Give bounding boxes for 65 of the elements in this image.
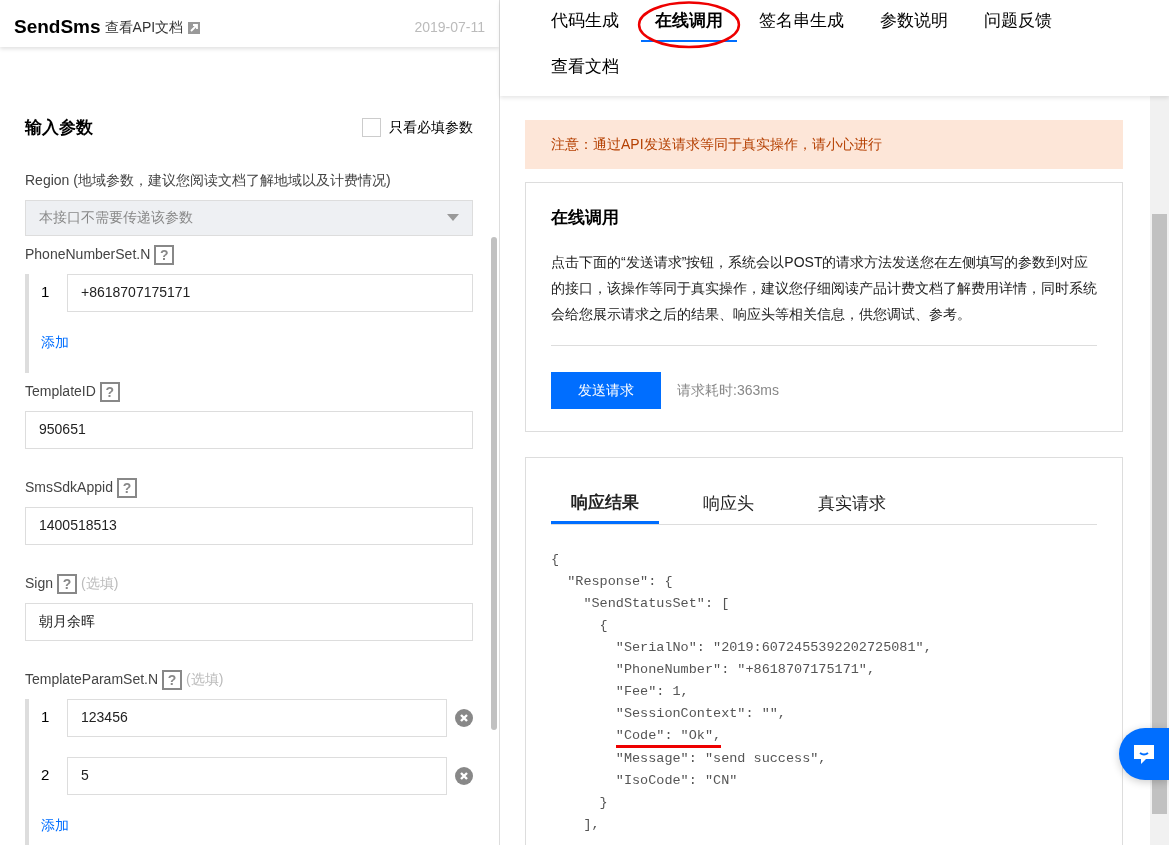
input-field[interactable]: 950651 (25, 410, 473, 449)
code-line: ″IsoCode″: ″CN″ (615, 773, 738, 788)
notice-banner: 注意：通过API发送请求等同于真实操作，请小心进行 (525, 120, 1123, 169)
code-line: { (551, 552, 560, 567)
code-line: ″Code″: ″Ok″, (615, 726, 722, 748)
tab[interactable]: 签名串生成 (745, 6, 858, 40)
tab[interactable]: 响应头 (683, 489, 774, 524)
input-field[interactable]: +8618707175171 (67, 273, 473, 312)
code-line: ″SendStatusSet″: [ (583, 596, 730, 611)
code-line: ″SerialNo″: ″2019:6072455392202725081″, (615, 640, 932, 655)
checkbox-label: 只看必填参数 (389, 118, 473, 138)
api-title: SendSms (14, 15, 101, 40)
tab[interactable]: 问题反馈 (970, 6, 1066, 40)
help-icon[interactable]: ? (99, 381, 120, 402)
field-label: TemplateParamSet.N (25, 670, 159, 689)
add-link[interactable]: 添加 (41, 331, 69, 353)
timing-text: 请求耗时:363ms (677, 380, 779, 400)
tab[interactable]: 响应结果 (551, 489, 659, 524)
tab[interactable]: 真实请求 (798, 489, 906, 524)
remove-icon[interactable] (455, 708, 473, 727)
field-label: TemplateID (25, 382, 96, 401)
help-icon[interactable]: ? (57, 573, 78, 594)
code-line: ″SessionContext″: ″″, (615, 706, 786, 721)
checkbox[interactable] (362, 118, 381, 138)
input-field[interactable]: 1400518513 (25, 506, 473, 545)
help-icon[interactable]: ? (116, 477, 137, 498)
code-line: ″PhoneNumber″: ″+8618707175171″, (615, 662, 876, 677)
code-line: ″Message″: ″send success″, (615, 751, 827, 766)
card-description: 点击下面的“发送请求”按钮，系统会以POST的请求方法发送您在左侧填写的参数到对应的接口，该操作等同于真实操作，建议您仔细阅读产品计费文档了解费用详情，同时系统会给您展示请求之后的结果、响应头等相关信息，供您调试、参考。 (551, 248, 1097, 346)
row-number: 1 (41, 707, 51, 728)
row-number: 2 (41, 765, 51, 786)
code-line: ″Response″: { (567, 574, 673, 589)
field-label: Sign (25, 574, 54, 593)
field-label: PhoneNumberSet.N (25, 245, 151, 264)
card-title: 在线调用 (551, 207, 620, 229)
tab[interactable]: 参数说明 (866, 6, 962, 40)
help-icon[interactable]: ? (162, 669, 183, 690)
optional-note: (选填) (81, 574, 119, 593)
input-field[interactable]: 朝月余晖 (25, 602, 473, 641)
external-link-icon[interactable] (187, 20, 202, 35)
doc-link[interactable]: 查看API文档 (104, 17, 184, 38)
send-button[interactable]: 发送请求 (551, 371, 661, 409)
chat-button[interactable] (1119, 728, 1169, 780)
help-icon[interactable]: ? (154, 244, 175, 265)
scrollbar-thumb[interactable] (1152, 214, 1167, 814)
chat-icon (1132, 743, 1156, 765)
row-number: 1 (41, 282, 51, 303)
input-field[interactable]: 123456 (67, 698, 447, 737)
tab[interactable]: 查看文档 (537, 53, 633, 79)
scrollbar[interactable] (1150, 96, 1169, 845)
field-label: Region (地域参数，建议您阅读文档了解地域以及计费情况) (25, 171, 391, 190)
optional-note: (选填) (186, 670, 224, 689)
date-text: 2019-07-11 (414, 18, 485, 37)
code-line: ″Fee″: 1, (615, 684, 689, 699)
code-line: } (599, 795, 608, 810)
tab[interactable]: 代码生成 (537, 6, 633, 40)
add-link[interactable]: 添加 (41, 814, 69, 836)
section-title: 输入参数 (25, 117, 93, 139)
input-field[interactable]: 5 (67, 756, 447, 795)
code-line: ], (583, 817, 600, 832)
caret-icon (447, 213, 459, 222)
remove-icon[interactable] (455, 766, 473, 785)
field-label: SmsSdkAppid (25, 478, 113, 497)
code-line: { (599, 618, 608, 633)
scrollbar-thumb[interactable] (491, 237, 497, 730)
